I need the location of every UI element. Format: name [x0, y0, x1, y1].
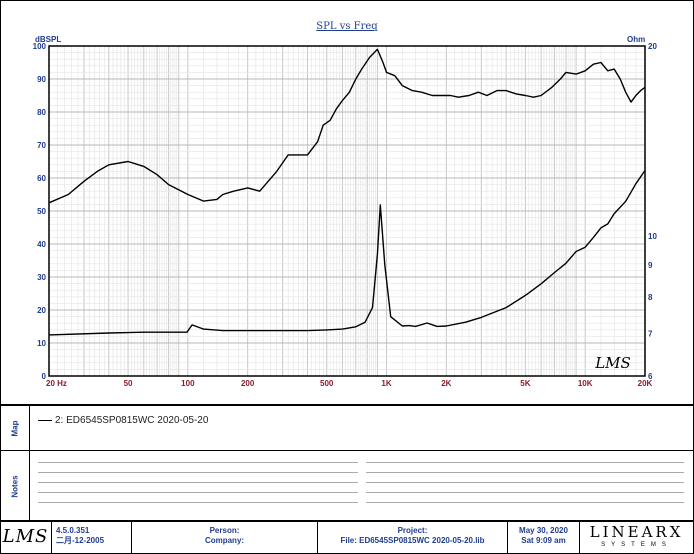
footer-lms-logo-cell: LMS: [0, 522, 52, 553]
footer-brand-cell: LINEARX SYSTEMS: [580, 522, 693, 553]
company-label: Company:: [204, 536, 245, 545]
file-name-text: File: ED6545SP0815WC 2020-05-20.lib: [340, 536, 485, 545]
notes-lines-right[interactable]: [366, 462, 684, 512]
chart-lms-logo: LMS: [594, 354, 631, 372]
project-label: Project:: [397, 526, 428, 535]
linearx-logo: LINEARX: [589, 523, 684, 541]
footer-date-cell: May 30, 2020 Sat 9:09 am: [508, 522, 580, 553]
left-tick-label: 50: [37, 207, 46, 216]
left-tick-label: 60: [37, 174, 46, 183]
right-tick-label: 8: [648, 293, 653, 302]
legend-entry-label: 2: ED6545SP0815WC 2020-05-20: [55, 415, 209, 426]
date-text: May 30, 2020: [519, 526, 568, 535]
legend-line-swatch: [38, 420, 52, 421]
right-tick-label: 20: [648, 42, 657, 51]
map-label: Map: [10, 420, 20, 436]
left-tick-label: 20: [37, 306, 46, 315]
footer-person-cell: Person: Company:: [132, 522, 318, 553]
right-tick-label: 7: [648, 330, 653, 339]
x-tick-label: 20K: [638, 379, 653, 388]
map-section-label: Map: [2, 406, 28, 450]
left-tick-label: 40: [37, 240, 46, 249]
x-tick-label: 5K: [520, 379, 530, 388]
footer-version-cell: 4.5.0.351 二月-12-2005: [52, 522, 132, 553]
left-tick-label: 30: [37, 273, 46, 282]
build-date-text: 二月-12-2005: [56, 536, 105, 545]
notes-lines-left[interactable]: [38, 462, 358, 512]
x-tick-label: 10K: [578, 379, 593, 388]
map-notes-divider: [0, 450, 694, 451]
x-tick-label: 20 Hz: [46, 379, 67, 388]
right-tick-label: 9: [648, 261, 653, 270]
left-tick-label: 10: [37, 339, 46, 348]
x-tick-label: 500: [320, 379, 334, 388]
linearx-systems-text: SYSTEMS: [601, 542, 672, 548]
x-tick-label: 100: [181, 379, 195, 388]
x-tick-label: 50: [124, 379, 133, 388]
x-tick-label: 1K: [381, 379, 391, 388]
footer-project-cell: Project: File: ED6545SP0815WC 2020-05-20…: [318, 522, 508, 553]
version-text: 4.5.0.351: [56, 526, 90, 535]
notes-label: Notes: [10, 474, 20, 498]
footer-lms-logo: LMS: [2, 526, 49, 547]
x-tick-label: 2K: [441, 379, 451, 388]
right-axis-label: Ohm: [627, 35, 645, 44]
left-tick-label: 80: [37, 108, 46, 117]
left-tick-label: 90: [37, 75, 46, 84]
left-tick-label: 70: [37, 141, 46, 150]
time-text: Sat 9:09 am: [521, 536, 566, 545]
right-tick-label: 10: [648, 232, 657, 241]
chart-title: SPL vs Freq: [316, 21, 378, 32]
notes-section-label: Notes: [2, 451, 28, 521]
x-tick-label: 200: [241, 379, 255, 388]
chart-bottom-border: [0, 404, 694, 406]
map-legend-entry[interactable]: 2: ED6545SP0815WC 2020-05-20: [38, 415, 208, 426]
person-label: Person:: [209, 526, 240, 535]
left-tick-label: 100: [33, 42, 47, 51]
section-label-divider: [29, 406, 30, 521]
spl-chart: SPL vs FreqdBSPL0102030405060708090100Oh…: [33, 21, 658, 388]
